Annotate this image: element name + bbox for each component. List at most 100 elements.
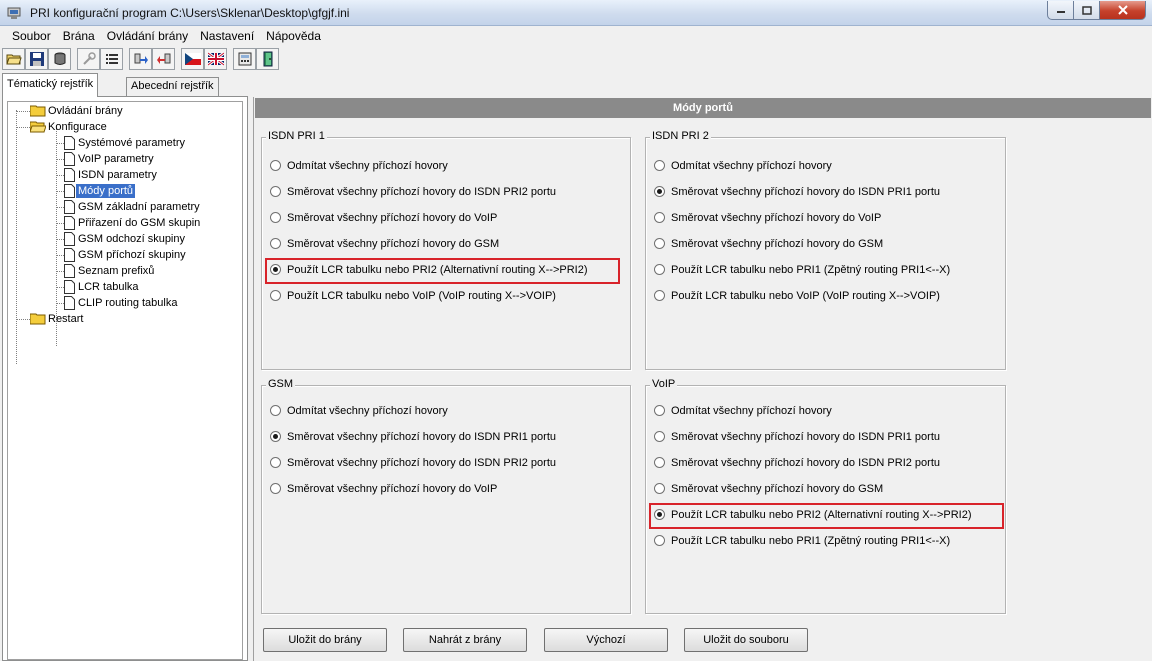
database-button[interactable] bbox=[48, 48, 71, 70]
menu-napoveda[interactable]: Nápověda bbox=[260, 29, 327, 43]
tree-item-lcr-tabulka[interactable]: LCR tabulka bbox=[8, 280, 228, 294]
close-icon bbox=[1117, 5, 1128, 15]
open-folder-icon bbox=[30, 121, 46, 133]
tree-item-isdn-parametry[interactable]: ISDN parametry bbox=[8, 168, 228, 182]
document-icon bbox=[64, 200, 75, 214]
czech-language-button[interactable] bbox=[181, 48, 204, 70]
highlight-box bbox=[265, 258, 620, 284]
app-icon bbox=[7, 7, 21, 19]
folder-icon bbox=[30, 105, 46, 117]
tree-item-clip-routing-tabulka[interactable]: CLIP routing tabulka bbox=[8, 296, 228, 310]
save-disk-icon bbox=[29, 52, 44, 66]
document-icon bbox=[64, 296, 75, 310]
tree-item-gsm-zakladni-parametry[interactable]: GSM základní parametry bbox=[8, 200, 228, 214]
tools-button[interactable] bbox=[77, 48, 100, 70]
radio-circle bbox=[270, 457, 281, 468]
group-voip: VoIP Odmítat všechny příchozí hovory Smě… bbox=[645, 378, 1006, 614]
tree-item-voip-parametry[interactable]: VoIP parametry bbox=[8, 152, 228, 166]
window-title: PRI konfigurační program C:\Users\Sklena… bbox=[30, 6, 350, 20]
folder-icon bbox=[30, 313, 46, 325]
menu-ovladani-brany[interactable]: Ovládání brány bbox=[101, 29, 194, 43]
tree-item-restart[interactable]: Restart bbox=[8, 312, 228, 326]
minimize-button[interactable] bbox=[1047, 1, 1074, 20]
radio-circle bbox=[654, 483, 665, 494]
download-button[interactable] bbox=[152, 48, 175, 70]
radio-circle bbox=[654, 405, 665, 416]
group-title: VoIP bbox=[650, 378, 678, 390]
tree-item-gsm-odchozi-skupiny[interactable]: GSM odchozí skupiny bbox=[8, 232, 228, 246]
tree-item-konfigurace[interactable]: Konfigurace bbox=[8, 120, 228, 134]
document-icon bbox=[64, 152, 75, 166]
tree-item-prirazeni-do-gsm-skupin[interactable]: Přiřazení do GSM skupin bbox=[8, 216, 228, 230]
radio-circle bbox=[270, 160, 281, 171]
index-tabs: Tématický rejstřík Abecední rejstřík bbox=[0, 73, 250, 97]
radio-circle bbox=[270, 290, 281, 301]
menu-brana[interactable]: Brána bbox=[57, 29, 101, 43]
save-to-file-button[interactable]: Uložit do souboru bbox=[684, 628, 808, 652]
list-icon bbox=[105, 54, 118, 64]
group-isdn-pri1: ISDN PRI 1 Odmítat všechny příchozí hovo… bbox=[261, 130, 631, 370]
save-button[interactable] bbox=[25, 48, 48, 70]
group-gsm: GSM Odmítat všechny příchozí hovory Směr… bbox=[261, 378, 631, 614]
document-icon bbox=[64, 264, 75, 278]
document-icon bbox=[64, 216, 75, 230]
group-title: GSM bbox=[266, 378, 296, 390]
radio-circle bbox=[654, 238, 665, 249]
document-icon bbox=[64, 168, 75, 182]
database-icon bbox=[54, 52, 65, 65]
menu-nastaveni[interactable]: Nastavení bbox=[194, 29, 260, 43]
upload-button[interactable] bbox=[129, 48, 152, 70]
open-folder-icon bbox=[5, 54, 22, 65]
upload-arrow-icon bbox=[134, 53, 148, 64]
tree-item-gsm-prichozi-skupiny[interactable]: GSM příchozí skupiny bbox=[8, 248, 228, 262]
radio-circle bbox=[654, 290, 665, 301]
menu-bar: Soubor Brána Ovládání brány Nastavení Ná… bbox=[0, 26, 1152, 46]
download-arrow-icon bbox=[156, 53, 170, 64]
document-icon bbox=[64, 232, 75, 246]
radio-circle bbox=[270, 405, 281, 416]
radio-circle bbox=[654, 160, 665, 171]
close-button[interactable] bbox=[1100, 1, 1146, 20]
radio-circle bbox=[270, 431, 281, 442]
uk-flag-icon bbox=[207, 51, 224, 67]
list-button[interactable] bbox=[100, 48, 123, 70]
radio-circle bbox=[654, 264, 665, 275]
load-from-gateway-button[interactable]: Nahrát z brány bbox=[403, 628, 527, 652]
window-controls bbox=[1047, 1, 1146, 20]
tree-item-seznam-prefixu[interactable]: Seznam prefixů bbox=[8, 264, 228, 278]
toolbar bbox=[0, 46, 1152, 73]
radio-circle bbox=[654, 457, 665, 468]
menu-soubor[interactable]: Soubor bbox=[6, 29, 57, 43]
highlight-box bbox=[649, 503, 1004, 529]
group-title: ISDN PRI 2 bbox=[650, 130, 711, 142]
tab-alphabetical-index[interactable]: Abecední rejstřík bbox=[126, 77, 219, 97]
save-to-gateway-button[interactable]: Uložit do brány bbox=[263, 628, 387, 652]
exit-button[interactable] bbox=[256, 48, 279, 70]
navigation-tree: Ovládání brány Konfigurace Systémové par… bbox=[7, 101, 243, 660]
radio-circle bbox=[654, 212, 665, 223]
radio-circle bbox=[270, 212, 281, 223]
english-language-button[interactable] bbox=[204, 48, 227, 70]
tree-item-ovladani-brany[interactable]: Ovládání brány bbox=[8, 104, 228, 118]
calculator-button[interactable] bbox=[233, 48, 256, 70]
default-button[interactable]: Výchozí bbox=[544, 628, 668, 652]
maximize-button[interactable] bbox=[1074, 1, 1100, 20]
app-window: PRI konfigurační program C:\Users\Sklena… bbox=[0, 0, 1152, 661]
tab-topical-index[interactable]: Tématický rejstřík bbox=[2, 73, 99, 97]
radio-circle bbox=[654, 431, 665, 442]
czech-flag-icon bbox=[184, 53, 201, 65]
port-modes-panel: Módy portů ISDN PRI 1 Odmítat všechny př… bbox=[253, 97, 1152, 661]
tree-item-systemove-parametry[interactable]: Systémové parametry bbox=[8, 136, 228, 150]
open-button[interactable] bbox=[2, 48, 25, 70]
group-isdn-pri2: ISDN PRI 2 Odmítat všechny příchozí hovo… bbox=[645, 130, 1006, 370]
document-icon bbox=[64, 184, 75, 198]
radio-circle bbox=[654, 186, 665, 197]
navigation-tree-panel: Ovládání brány Konfigurace Systémové par… bbox=[2, 96, 248, 661]
group-title: ISDN PRI 1 bbox=[266, 130, 327, 142]
radio-circle bbox=[654, 535, 665, 546]
radio-circle bbox=[270, 186, 281, 197]
tree-item-mody-portu[interactable]: Módy portů bbox=[8, 184, 228, 198]
radio-circle bbox=[270, 238, 281, 249]
document-icon bbox=[64, 280, 75, 294]
title-bar: PRI konfigurační program C:\Users\Sklena… bbox=[0, 0, 1152, 26]
